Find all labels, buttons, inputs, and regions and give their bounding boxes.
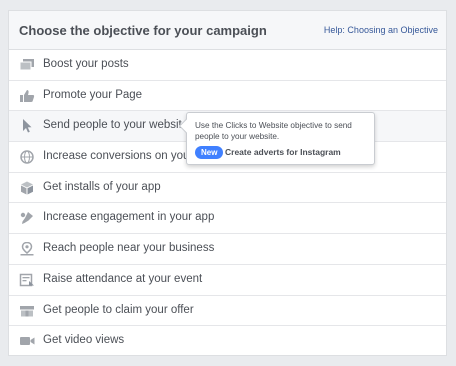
objective-boost-posts[interactable]: Boost your posts bbox=[9, 50, 446, 81]
objective-offer-claims[interactable]: Get people to claim your offer bbox=[9, 296, 446, 327]
panel-header: Choose the objective for your campaign H… bbox=[9, 11, 446, 50]
objective-label: Get people to claim your offer bbox=[43, 303, 194, 316]
tooltip-description: Use the Clicks to Website objective to s… bbox=[195, 121, 352, 141]
cursor-icon bbox=[19, 119, 35, 133]
globe-icon bbox=[19, 150, 35, 164]
objective-list: Boost your posts Promote your Page Send … bbox=[9, 50, 446, 357]
objective-label: Get video views bbox=[43, 334, 125, 347]
gamepad-icon bbox=[19, 211, 35, 225]
objective-label: Reach people near your business bbox=[43, 242, 215, 255]
create-instagram-adverts-link[interactable]: Create adverts for Instagram bbox=[225, 147, 341, 157]
objective-app-engagement[interactable]: Increase engagement in your app bbox=[9, 203, 446, 235]
video-camera-icon bbox=[19, 334, 35, 348]
objective-local-awareness[interactable]: Reach people near your business bbox=[9, 234, 446, 265]
objective-label: Boost your posts bbox=[43, 58, 129, 70]
posts-icon bbox=[19, 58, 35, 72]
objective-promote-page[interactable]: Promote your Page bbox=[9, 81, 446, 112]
objective-panel: Choose the objective for your campaign H… bbox=[8, 10, 447, 356]
objective-label: Promote your Page bbox=[43, 88, 143, 101]
help-link[interactable]: Help: Choosing an Objective bbox=[324, 25, 438, 35]
objective-label: Raise attendance at your event bbox=[43, 272, 203, 285]
objective-label: Increase engagement in your app bbox=[43, 211, 215, 224]
new-badge: New bbox=[195, 146, 224, 159]
objective-video-views[interactable]: Get video views bbox=[9, 326, 446, 357]
objective-label: Increase conversions on your w bbox=[43, 150, 205, 163]
thumbs-up-icon bbox=[19, 89, 35, 103]
objective-app-installs[interactable]: Get installs of your app bbox=[9, 173, 446, 204]
objective-label: Send people to your website bbox=[43, 119, 189, 132]
offer-tag-icon bbox=[19, 304, 35, 318]
location-pin-icon bbox=[19, 242, 35, 256]
objective-label: Get installs of your app bbox=[43, 180, 161, 193]
objective-tooltip: Use the Clicks to Website objective to s… bbox=[178, 112, 375, 165]
calendar-icon bbox=[19, 273, 35, 287]
objective-event-responses[interactable]: Raise attendance at your event bbox=[9, 265, 446, 296]
box-icon bbox=[19, 181, 35, 195]
panel-title: Choose the objective for your campaign bbox=[19, 23, 267, 38]
